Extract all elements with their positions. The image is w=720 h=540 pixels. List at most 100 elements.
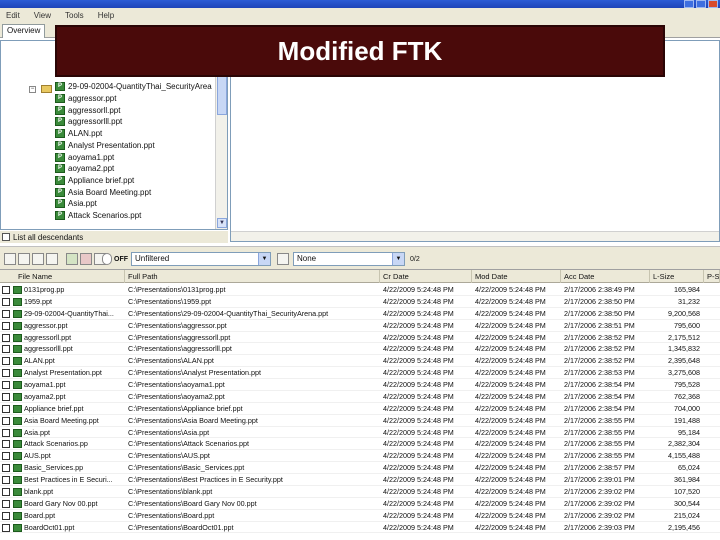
table-row[interactable]: Board Gary Nov 00.ppt C:\Presentations\Bo… [0,498,720,510]
tree-item[interactable]: P ALAN.ppt [55,128,102,140]
table-row[interactable]: aoyama1.ppt C:\Presentations\aoyama1.ppt 4… [0,379,720,391]
tag-icon[interactable] [66,253,78,265]
table-row[interactable]: Analyst Presentation.ppt C:\Presentations… [0,367,720,380]
minimize-button[interactable] [684,0,694,8]
table-row[interactable]: Asia.ppt C:\Presentations\Asia.ppt 4/22/20… [0,427,720,439]
table-row[interactable]: Best Practices in E Securi... C:\Presenta… [0,474,720,486]
slide-title-banner: Modified FTK [55,25,665,77]
cell-acc: 2/17/2006 2:38:54 PM [564,391,635,401]
column-settings-select[interactable]: None ▼ [293,252,405,266]
ppt-file-icon [13,464,22,473]
row-checkbox[interactable] [2,345,10,354]
tree-item[interactable]: P Asia.ppt [55,198,97,210]
expand-icon[interactable] [32,253,44,265]
cell-path: C:\Presentations\Asia.ppt [128,427,210,437]
column-header-full-path[interactable]: Full Path [125,270,380,283]
tree-item[interactable]: P 29-09-02004-QuantityThai_SecurityArea [55,81,212,93]
column-header-p-size[interactable]: P-Size [704,270,720,283]
column-header-mod-date[interactable]: Mod Date [472,270,561,283]
cell-acc: 2/17/2006 2:39:01 PM [564,475,635,485]
ppt-file-icon: P [55,117,65,127]
row-checkbox[interactable] [2,392,10,401]
tree-item[interactable]: Paggressorll.ppt [55,104,120,116]
tree-expander-icon[interactable]: − [29,86,36,93]
row-checkbox[interactable] [2,511,10,520]
row-checkbox[interactable] [2,309,10,318]
menu-tools[interactable]: Tools [65,11,84,20]
row-checkbox[interactable] [2,487,10,496]
table-row[interactable]: aggressorlll.ppt C:\Presentations\aggress… [0,343,720,356]
table-row[interactable]: BoardOct01.ppt C:\Presentations\BoardOct0… [0,522,720,534]
cell-name: Appliance brief.ppt [24,403,84,413]
table-row[interactable]: aggressor.ppt C:\Presentations\aggressor.… [0,320,720,332]
table-row[interactable]: Appliance brief.ppt C:\Presentations\Appl… [0,403,720,415]
row-checkbox[interactable] [2,381,10,390]
tree-item[interactable]: P Appliance brief.ppt [55,175,134,187]
table-row[interactable]: 0131prog.pp C:\Presentations\0131prog.ppt… [0,284,720,296]
table-row[interactable]: Board.ppt C:\Presentations\Board.ppt 4/22/… [0,510,720,522]
list-descendants-option[interactable]: List all descendants [0,231,228,243]
tree-item[interactable]: Paggressorlll.ppt [55,116,122,128]
row-checkbox[interactable] [2,428,10,437]
filter-icon[interactable] [102,253,112,265]
table-row[interactable]: Attack Scenarios.pp C:\Presentations\Atta… [0,438,720,451]
row-checkbox[interactable] [2,297,10,306]
menu-view[interactable]: View [34,11,51,20]
row-checkbox[interactable] [2,452,10,461]
cell-size: 2,195,456 [668,522,700,532]
table-row[interactable]: ALAN.ppt C:\Presentations\ALAN.ppt 4/22/20… [0,355,720,368]
scroll-down-arrow-icon[interactable]: ▼ [217,218,227,228]
chevron-down-icon[interactable]: ▼ [392,253,404,265]
menu-edit[interactable]: Edit [6,11,20,20]
column-header-file-name[interactable]: File Name [0,270,125,283]
row-checkbox[interactable] [2,476,10,485]
close-button[interactable] [708,0,718,8]
filter-select[interactable]: Unfiltered ▼ [131,252,271,266]
tree-item[interactable]: P Attack Scenarios.ppt [55,210,141,222]
maximize-button[interactable] [696,0,706,8]
row-checkbox[interactable] [2,440,10,449]
list-icon[interactable] [46,253,58,265]
row-checkbox[interactable] [2,333,10,342]
row-checkbox[interactable] [2,499,10,508]
columns-icon[interactable] [277,253,289,265]
row-checkbox[interactable] [2,523,10,532]
cell-mod: 4/22/2009 5:24:48 PM [475,510,546,520]
checkbox-toggle-icon[interactable] [4,253,16,265]
row-checkbox[interactable] [2,321,10,330]
move-icon[interactable] [18,253,30,265]
table-row[interactable]: blank.ppt C:\Presentations\blank.ppt 4/22/… [0,486,720,498]
menu-help[interactable]: Help [98,11,114,20]
row-checkbox[interactable] [2,357,10,366]
tree-item[interactable]: Paggressor.ppt [55,93,116,105]
table-row[interactable]: AUS.ppt C:\Presentations\AUS.ppt 4/22/2009… [0,450,720,463]
tree-item[interactable]: P Analyst Presentation.ppt [55,140,155,152]
tree-item[interactable]: P Asia Board Meeting.ppt [55,186,151,198]
file-list-table[interactable]: File Name Full Path Cr Date Mod Date Acc… [0,270,720,540]
row-checkbox[interactable] [2,404,10,413]
row-checkbox[interactable] [2,416,10,425]
list-descendants-checkbox[interactable] [2,233,10,241]
table-row[interactable]: 1959.ppt C:\Presentations\1959.ppt 4/22/20… [0,296,720,308]
row-checkbox[interactable] [2,286,10,294]
column-header-l-size[interactable]: L-Size [650,270,704,283]
column-header-acc-date[interactable]: Acc Date [561,270,650,283]
table-row[interactable]: Asia Board Meeting.ppt C:\Presentations\A… [0,415,720,427]
tree-item[interactable]: Paoyama1.ppt [55,151,114,163]
column-header-cr-date[interactable]: Cr Date [380,270,472,283]
chevron-down-icon[interactable]: ▼ [258,253,270,265]
cell-cr: 4/22/2009 5:24:48 PM [383,510,454,520]
tree-item[interactable]: Paoyama2.ppt [55,163,114,175]
viewer-horizontal-scrollbar[interactable] [231,231,719,241]
tab-overview[interactable]: Overview [2,24,46,38]
bookmark-icon[interactable] [80,253,92,265]
row-checkbox[interactable] [2,464,10,473]
table-row[interactable]: aggressorll.ppt C:\Presentations\aggresso… [0,332,720,344]
cell-name: aggressorll.ppt [24,332,72,342]
table-row[interactable]: 29-09-02004-QuantityThai... C:\Presentati… [0,308,720,320]
row-checkbox[interactable] [2,369,10,378]
table-row[interactable]: Basic_Services.pp C:\Presentations\Basic_… [0,462,720,475]
table-row[interactable]: aoyama2.ppt C:\Presentations\aoyama2.ppt 4… [0,391,720,403]
ppt-file-icon [13,369,22,378]
filter-select-value: Unfiltered [135,254,170,263]
